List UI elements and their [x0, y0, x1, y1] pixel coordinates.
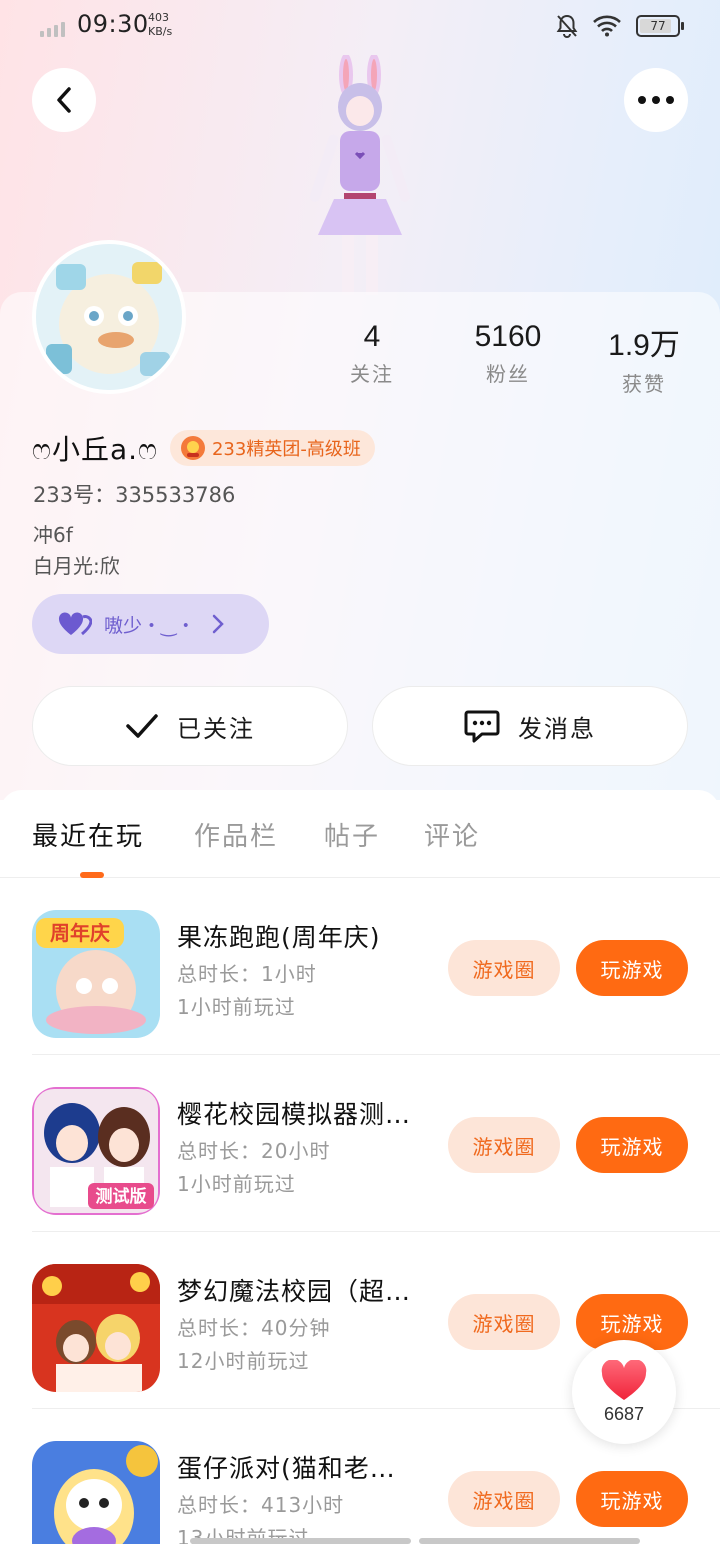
stat-likes[interactable]: 1.9万 获赞 — [584, 320, 704, 397]
user-id: 233号：335533786 — [33, 483, 236, 507]
avatar-image — [36, 244, 182, 390]
game-duration: 总时长：40分钟 — [177, 1316, 331, 1340]
play-game-button[interactable]: 玩游戏 — [576, 1471, 688, 1527]
cp-relation-tag[interactable]: 嗷少・‿・ — [32, 594, 269, 654]
play-game-button[interactable]: 玩游戏 — [576, 1117, 688, 1173]
stat-following[interactable]: 4 关注 — [312, 320, 432, 387]
stat-fans[interactable]: 5160 粉丝 — [448, 320, 568, 387]
battery-icon: 77 — [636, 15, 684, 37]
more-dots-icon — [638, 96, 674, 104]
game-icon-jelly-run[interactable]: 周年庆 — [32, 910, 160, 1038]
svg-text:测试版: 测试版 — [96, 1186, 147, 1207]
game-row[interactable]: 周年庆 果冻跑跑(周年庆) 总时长：1小时 1小时前玩过 游戏圈 玩游戏 — [0, 878, 720, 1055]
game-title: 樱花校园模拟器测… — [177, 1100, 412, 1129]
tab-bar: 最近在玩 作品栏 帖子 评论 — [0, 790, 720, 878]
chat-bubble-icon — [464, 710, 500, 743]
game-title: 果冻跑跑(周年庆) — [177, 923, 381, 952]
user-name: ෆ小丘a.ෆ — [32, 433, 158, 466]
more-options-button[interactable] — [624, 68, 688, 132]
status-bar: 09:30 403 KB/s 77 — [0, 0, 720, 54]
game-circle-button[interactable]: 游戏圈 — [448, 1294, 560, 1350]
game-circle-button[interactable]: 游戏圈 — [448, 1117, 560, 1173]
level-badge[interactable]: 233精英团-高级班 — [169, 430, 375, 466]
wifi-icon — [593, 15, 621, 37]
game-last-played: 12小时前玩过 — [177, 1349, 310, 1373]
game-circle-button[interactable]: 游戏圈 — [448, 940, 560, 996]
game-circle-button[interactable]: 游戏圈 — [448, 1471, 560, 1527]
game-icon-sakura-school[interactable]: 测试版 — [32, 1087, 160, 1215]
character-figure — [309, 55, 411, 295]
avatar[interactable] — [32, 240, 186, 394]
game-title: 蛋仔派对(猫和老… — [177, 1454, 396, 1483]
play-game-button[interactable]: 玩游戏 — [576, 940, 688, 996]
game-row[interactable]: 测试版 樱花校园模拟器测… 总时长：20小时 1小时前玩过 游戏圈 玩游戏 — [0, 1055, 720, 1232]
game-icon-magic-school[interactable] — [32, 1264, 160, 1392]
bio-line-2: 白月光:欣 — [33, 554, 120, 578]
bio-line-1: 冲6f — [33, 523, 73, 547]
chevron-left-icon — [57, 87, 71, 113]
followed-button[interactable]: 已关注 — [32, 686, 348, 766]
heart-icon — [601, 1359, 647, 1400]
tab-comments[interactable]: 评论 — [424, 816, 480, 853]
badge-emblem-icon — [180, 436, 205, 460]
chevron-right-icon — [212, 614, 224, 634]
game-last-played: 1小时前玩过 — [177, 995, 296, 1019]
like-count: 6687 — [603, 1403, 645, 1424]
tab-recently-played[interactable]: 最近在玩 — [32, 816, 144, 853]
mute-bell-icon — [556, 14, 578, 38]
game-last-played: 1小时前玩过 — [177, 1172, 296, 1196]
tab-works[interactable]: 作品栏 — [194, 816, 278, 853]
clock: 09:30 — [77, 10, 149, 38]
net-speed: 403 KB/s — [148, 11, 173, 38]
like-floating-button[interactable]: 6687 — [572, 1340, 676, 1444]
svg-text:周年庆: 周年庆 — [50, 921, 110, 945]
game-duration: 总时长：1小时 — [177, 962, 317, 986]
check-icon — [126, 714, 158, 738]
signal-icon — [40, 22, 65, 37]
back-button[interactable] — [32, 68, 96, 132]
game-title: 梦幻魔法校园（超… — [177, 1277, 412, 1306]
home-indicator[interactable] — [190, 1538, 640, 1544]
send-message-button[interactable]: 发消息 — [372, 686, 688, 766]
game-duration: 总时长：413小时 — [177, 1493, 345, 1517]
tab-posts[interactable]: 帖子 — [324, 816, 380, 853]
game-icon-eggy-party[interactable] — [32, 1441, 160, 1544]
game-duration: 总时长：20小时 — [177, 1139, 331, 1163]
double-heart-icon — [58, 612, 92, 636]
